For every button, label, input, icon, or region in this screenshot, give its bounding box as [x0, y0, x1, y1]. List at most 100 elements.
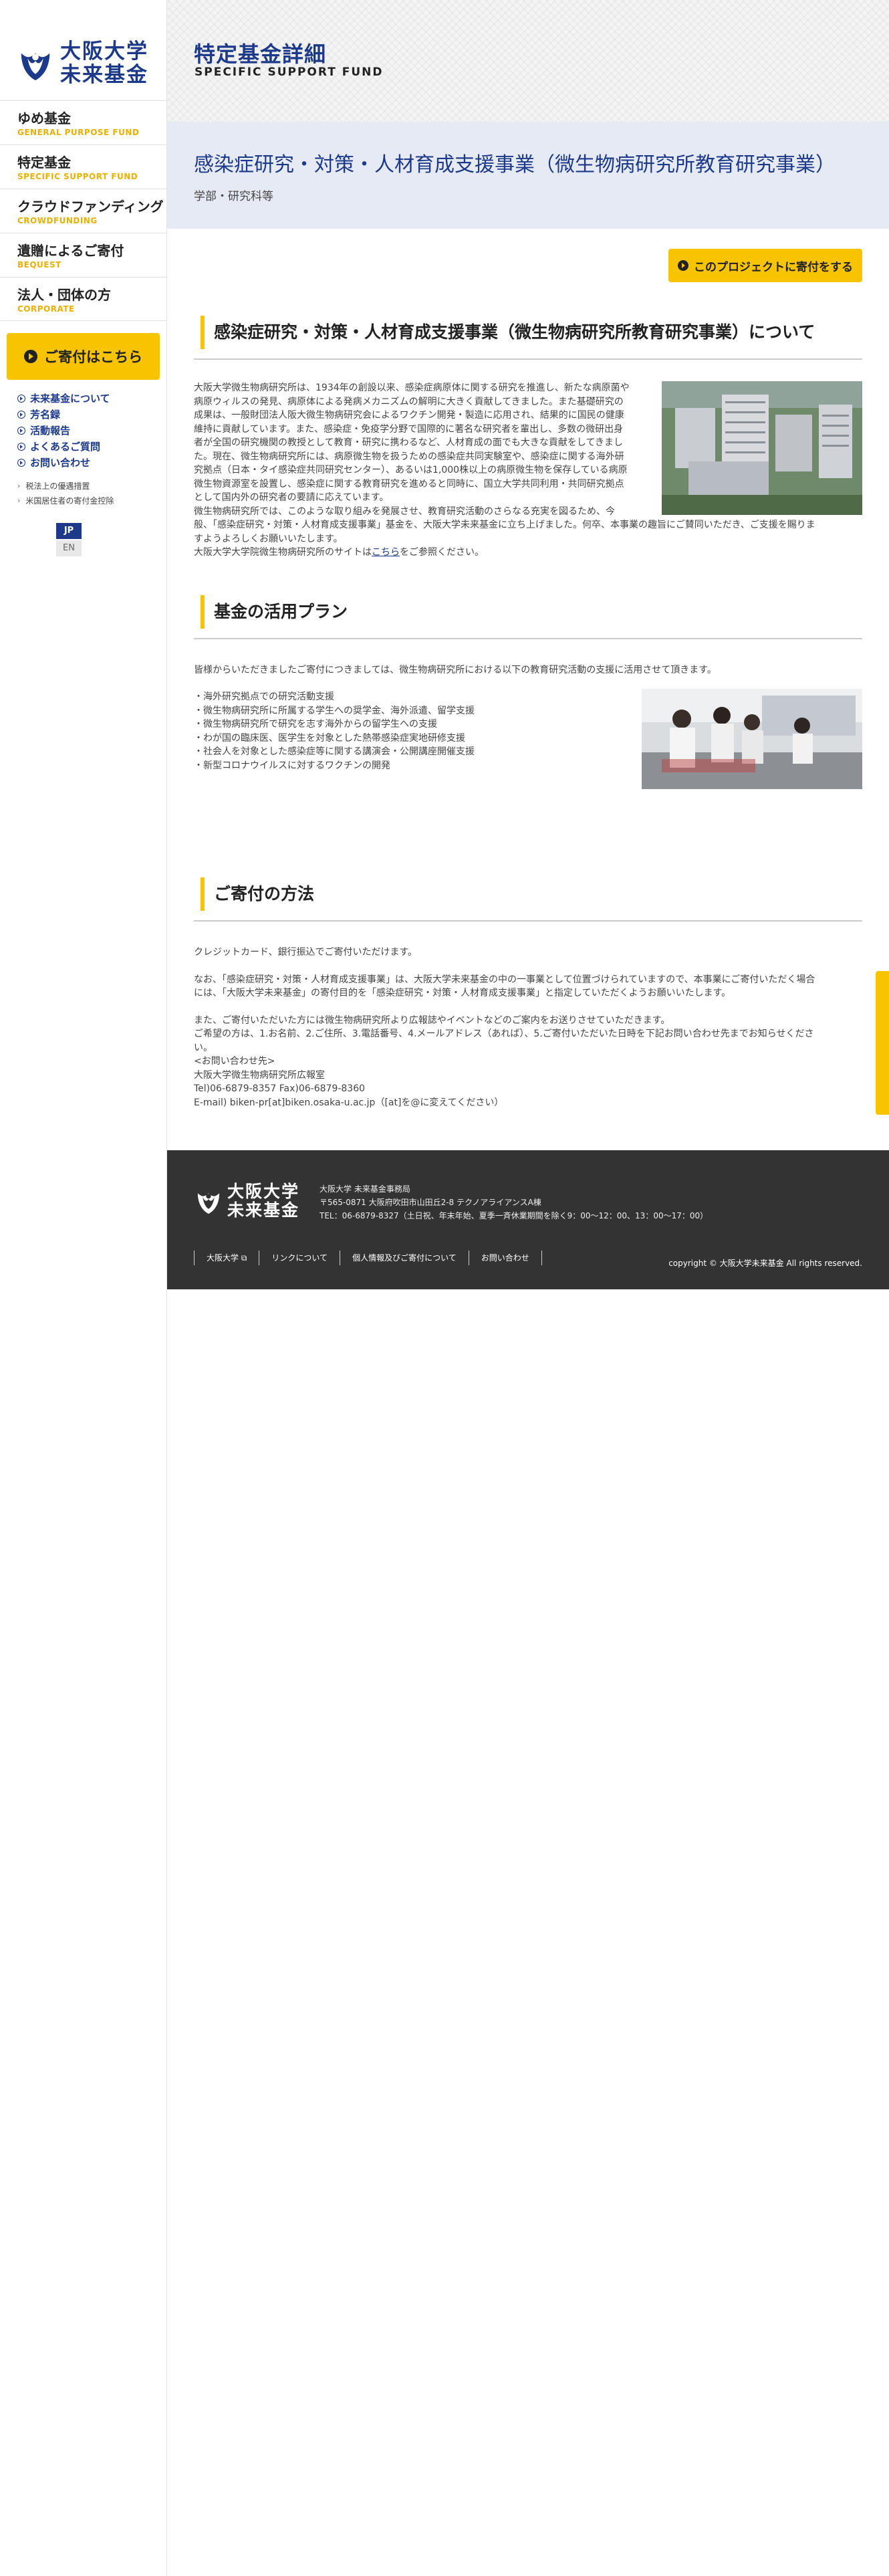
heading-accent-bar	[201, 316, 205, 349]
about-line: 微生物資源室を設置し、感染症に関する教育研究を進めると同時に、国立大学共同利用・…	[194, 478, 624, 490]
method-section-heading: ご寄付の方法	[194, 877, 862, 922]
brand-line-2: 未来基金	[60, 63, 148, 87]
nav-item-corporate[interactable]: 法人・団体の方 CORPORATE	[0, 277, 166, 321]
link-activity-report[interactable]: 活動報告	[17, 423, 166, 439]
about-site-line: 大阪大学大学院微生物病研究所のサイトはこちらをご参照ください。	[194, 546, 862, 560]
plan-item: ・わが国の臨床医、医学生を対象とした熱帯感染症実地研修支援	[194, 732, 465, 744]
method-p3b: ご希望の方は、1.お名前、2.ご住所、3.電話番号、4.メールアドレス（あれば）…	[194, 1029, 814, 1039]
site-prefix: 大阪大学大学院微生物病研究所のサイトは	[194, 547, 372, 558]
heading-accent-bar	[201, 877, 205, 911]
footer-link-link-policy[interactable]: リンクについて	[259, 1251, 340, 1265]
about-line: 者が全国の研究機関の教授として教育・研究に携わるなど、人材育成の面でも大きな貢献…	[194, 437, 624, 448]
arrow-circle-icon	[678, 260, 688, 271]
arrow-circle-icon	[17, 411, 25, 419]
arrow-circle-icon	[17, 443, 25, 451]
laboratory-photo	[642, 689, 862, 789]
footer-address: 〒565-0871 大阪府吹田市山田丘2-8 テクノアライアンスA棟	[320, 1198, 541, 1207]
plan-item: ・海外研究拠点での研究活動支援	[194, 691, 334, 702]
nav-item-crowdfunding[interactable]: クラウドファンディング CROWDFUNDING	[0, 189, 166, 233]
sub-links: 未来基金について 芳名録 活動報告 よくあるご質問 お問い合わせ	[17, 391, 166, 471]
project-department: 学部・研究科等	[194, 190, 273, 203]
copyright: copyright © 大阪大学未来基金 All rights reserved…	[668, 1259, 862, 1268]
plan-heading: 基金の活用プラン	[214, 602, 348, 621]
lang-en-button[interactable]: EN	[56, 540, 82, 556]
plan-section-heading: 基金の活用プラン	[194, 595, 862, 639]
about-line: すようよろしくお願いいたします。	[194, 533, 343, 544]
footer-links: 大阪大学 ⧉ リンクについて 個人情報及びご寄付について お問い合わせ	[194, 1251, 542, 1265]
footer-office: 大阪大学 未来基金事務局	[320, 1184, 410, 1194]
donate-project-label: このプロジェクトに寄付をする	[694, 260, 853, 274]
site-suffix: をご参照ください。	[400, 547, 484, 558]
about-line: 般、「感染症研究・対策・人材育成支援事業」基金を、大阪大学未来基金に立ち上げまし…	[194, 520, 815, 530]
lang-jp-button[interactable]: JP	[56, 523, 82, 539]
heading-accent-bar	[201, 595, 205, 629]
institute-site-link[interactable]: こちら	[372, 547, 400, 558]
link-label: 税法上の優遇措置	[25, 481, 90, 491]
about-line: 成果は、一般財団法人阪大微生物病研究会によるワクチン開発・製造に応用され、結果的…	[194, 410, 624, 421]
university-emblem-icon	[21, 53, 50, 81]
brand-line-1: 大阪大学	[227, 1182, 300, 1201]
nav-label-en: CROWDFUNDING	[17, 216, 98, 225]
plan-item: ・微生物病研究所で研究を志す海外からの留学生への支援	[194, 719, 437, 730]
external-link-icon: ⧉	[241, 1253, 247, 1263]
about-line: 微生物病研究所では、このような取り組みを発展させ、教育研究活動のさらなる充実を図…	[194, 506, 615, 517]
project-title-band: 感染症研究・対策・人材育成支援事業（微生物病研究所教育研究事業） 学部・研究科等	[167, 122, 889, 229]
nav-item-specific-fund[interactable]: 特定基金 SPECIFIC SUPPORT FUND	[0, 144, 166, 189]
donate-project-button[interactable]: このプロジェクトに寄付をする	[668, 249, 862, 282]
footer-link-osaka-univ[interactable]: 大阪大学 ⧉	[194, 1251, 259, 1265]
nav-label: 遺贈によるご寄付	[17, 243, 124, 259]
about-section-heading: 感染症研究・対策・人材育成支援事業（微生物病研究所教育研究事業）について	[194, 316, 862, 360]
about-body: 大阪大学微生物病研究所は、1934年の創設以来、感染症病原体に関する研究を推進し…	[194, 381, 862, 560]
link-contact[interactable]: お問い合わせ	[17, 455, 166, 471]
link-faq[interactable]: よくあるご質問	[17, 439, 166, 455]
link-donor-list[interactable]: 芳名録	[17, 407, 166, 423]
link-label: 大阪大学	[207, 1253, 239, 1263]
nav-label: ゆめ基金	[17, 110, 71, 126]
brand-line-1: 大阪大学	[60, 39, 148, 64]
link-about-fund[interactable]: 未来基金について	[17, 391, 166, 407]
tax-links: › 税法上の優遇措置 › 米国居住者の寄付金控除	[17, 479, 166, 508]
lab-image	[642, 689, 862, 789]
link-label: 活動報告	[30, 425, 71, 437]
site-logo[interactable]: 大阪大学 未来基金	[0, 0, 166, 100]
footer-contact-info: 大阪大学 未来基金事務局 〒565-0871 大阪府吹田市山田丘2-8 テクノア…	[320, 1182, 708, 1222]
nav-item-bequest[interactable]: 遺贈によるご寄付 BEQUEST	[0, 233, 166, 277]
plan-item: ・社会人を対象とした感染症等に関する講演会・公開講座開催支援	[194, 746, 475, 757]
method-p1: クレジットカード、銀行振込でご寄付いただけます。	[194, 947, 418, 958]
contact-tel: Tel)06-6879-8357 Fax)06-6879-8360	[194, 1083, 366, 1094]
chevron-right-icon: ›	[17, 496, 21, 505]
footer-logo[interactable]: 大阪大学 未来基金	[194, 1182, 299, 1220]
about-line: た。現在、微生物病研究所には、病原微生物を扱うための感染症共同実験室や、感染症に…	[194, 451, 624, 462]
page-title: 特定基金詳細	[194, 41, 327, 67]
chevron-right-icon: ›	[17, 481, 21, 490]
about-line: 維持に貢献しています。また、感染症・免疫学分野で国際的に著名な研究者を輩出し、多…	[194, 423, 624, 435]
donate-here-button[interactable]: ご寄付はこちら	[7, 333, 160, 380]
link-label: 米国居住者の寄付金控除	[25, 496, 114, 506]
method-p3a: また、ご寄付いただいた方には微生物病研究所より広報誌やイベントなどのご案内をお送…	[194, 1014, 670, 1026]
contact-email: E-mail) biken-pr[at]biken.osaka-u.ac.jp（…	[194, 1097, 504, 1108]
side-tab[interactable]	[876, 971, 889, 1115]
link-us-tax-deduction[interactable]: › 米国居住者の寄付金控除	[17, 494, 166, 508]
footer-link-contact[interactable]: お問い合わせ	[468, 1251, 542, 1265]
about-line: 究拠点（日本・タイ感染症共同研究センター）、あるいは1,000株以上の病原微生物…	[194, 465, 628, 475]
link-label: よくあるご質問	[30, 441, 101, 453]
plan-item: ・微生物病研究所に所属する学生への奨学金、海外派遣、留学支援	[194, 705, 475, 716]
nav-item-general-fund[interactable]: ゆめ基金 GENERAL PURPOSE FUND	[0, 100, 166, 144]
link-label: お問い合わせ	[30, 457, 91, 469]
about-line: 大阪大学微生物病研究所は、1934年の創設以来、感染症病原体に関する研究を推進し…	[194, 383, 630, 393]
link-label: 未来基金について	[30, 393, 110, 405]
nav-label-en: CORPORATE	[17, 304, 75, 314]
link-tax-benefits[interactable]: › 税法上の優遇措置	[17, 479, 166, 494]
nav-label-en: SPECIFIC SUPPORT FUND	[17, 172, 138, 181]
method-p2a: なお、「感染症研究・対策・人材育成支援事業」は、大阪大学未来基金の中の一事業とし…	[194, 974, 815, 985]
page-header: 特定基金詳細 SPECIFIC SUPPORT FUND	[167, 0, 889, 122]
method-p2b: には、「大阪大学未来基金」の寄付目的を「感染症研究・対策・人材育成支援事業」と指…	[194, 988, 731, 998]
method-body: クレジットカード、銀行振込でご寄付いただけます。 なお、「感染症研究・対策・人材…	[194, 946, 862, 1109]
brand-line-2: 未来基金	[227, 1200, 300, 1220]
plan-list: ・海外研究拠点での研究活動支援 ・微生物病研究所に所属する学生への奨学金、海外派…	[194, 690, 622, 772]
arrow-circle-icon	[17, 395, 25, 403]
footer-link-privacy[interactable]: 個人情報及びご寄付について	[340, 1251, 469, 1265]
sidebar: 大阪大学 未来基金 ゆめ基金 GENERAL PURPOSE FUND 特定基金 S…	[0, 0, 167, 2576]
